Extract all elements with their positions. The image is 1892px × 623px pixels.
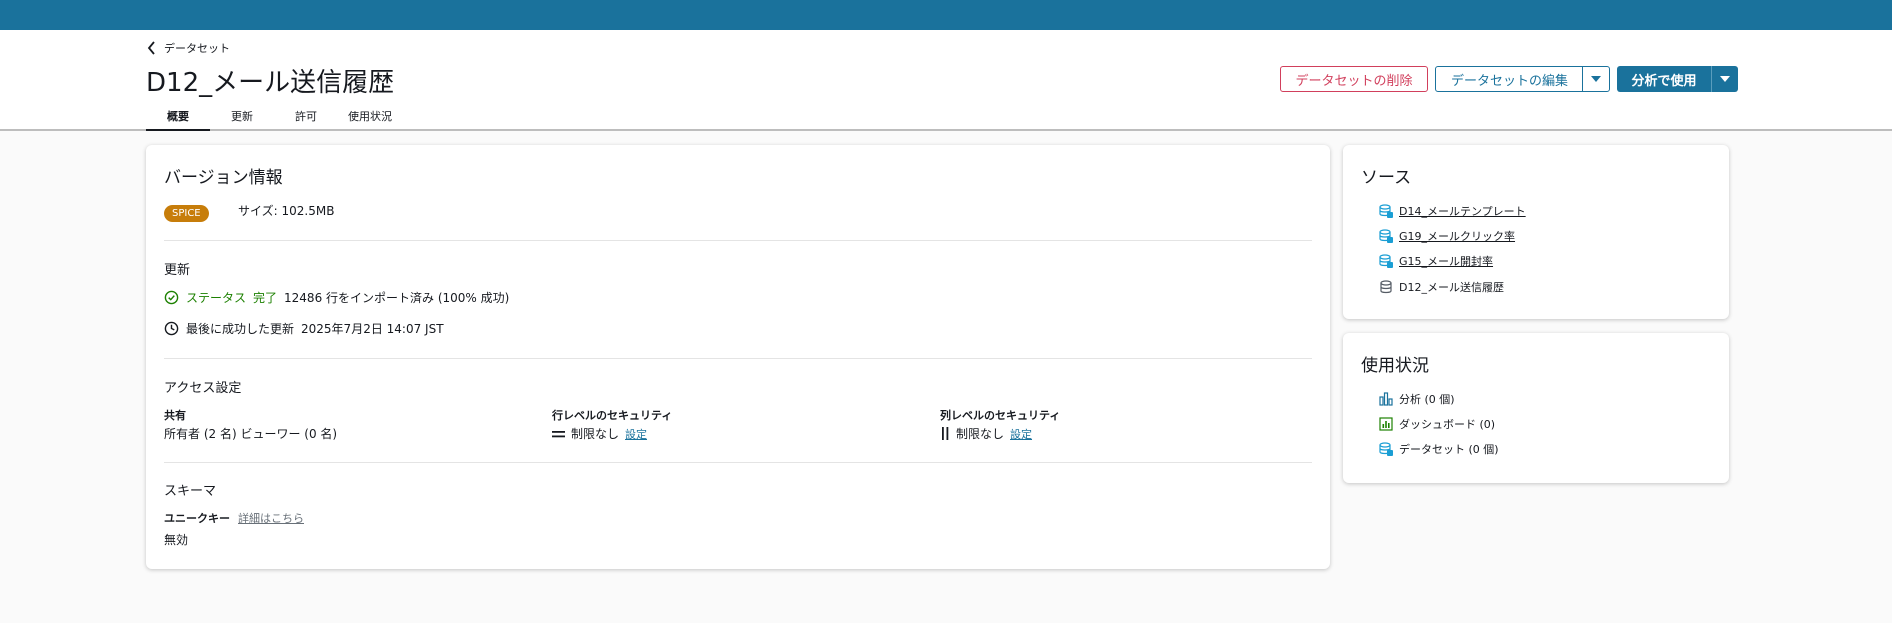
divider	[164, 240, 1312, 241]
breadcrumb-back-link[interactable]: データセット	[146, 40, 230, 56]
usage-item-label: ダッシュボード (0)	[1399, 418, 1496, 431]
source-heading: ソース	[1361, 168, 1412, 188]
chevron-left-icon	[147, 41, 155, 55]
source-item[interactable]: G15_メール開封率	[1379, 253, 1493, 269]
rows-icon	[552, 430, 565, 437]
edit-dataset-button[interactable]: データセットの編集	[1435, 66, 1584, 92]
last-refresh-value: 2025年7月2日 14:07 JST	[301, 322, 444, 336]
dataset-icon	[1379, 442, 1393, 456]
learn-more-link[interactable]: 詳細はこちら	[238, 510, 304, 526]
use-in-analysis-dropdown-button[interactable]	[1711, 66, 1738, 92]
divider	[164, 358, 1312, 359]
top-bar	[0, 0, 1892, 30]
edit-dataset-dropdown-button[interactable]	[1582, 66, 1610, 92]
last-refresh-label: 最後に成功した更新	[186, 322, 295, 336]
dataset-link-icon	[1379, 254, 1393, 268]
usage-item: ダッシュボード (0)	[1379, 416, 1495, 432]
use-in-analysis-button[interactable]: 分析で使用	[1617, 66, 1711, 92]
source-item-label: D12_メール送信履歴	[1399, 281, 1504, 294]
usage-item-label: 分析 (0 個)	[1399, 393, 1455, 406]
tab-overview[interactable]: 概要	[146, 104, 210, 131]
access-heading: アクセス設定	[164, 381, 242, 396]
dashboard-icon	[1379, 417, 1393, 431]
breadcrumb-label: データセット	[164, 42, 230, 55]
share-label: 共有	[164, 409, 186, 422]
spice-badge: SPICE	[164, 201, 209, 222]
usage-heading: 使用状況	[1361, 356, 1429, 376]
usage-item: データセット (0 個)	[1379, 441, 1499, 457]
column-security-settings-link[interactable]: 設定	[1010, 426, 1032, 442]
check-circle-icon	[164, 290, 179, 305]
column-security: 制限なし 設定	[940, 425, 1032, 442]
last-refresh: 最後に成功した更新 2025年7月2日 14:07 JST	[164, 320, 444, 337]
unique-key-value: 無効	[164, 533, 189, 547]
source-card: ソース D14_メールテンプレート G19_メールクリック率 G15_メール開封…	[1343, 145, 1729, 319]
version-info-card: バージョン情報 SPICE サイズ: 102.5MB 更新 ステータス 完了 1…	[146, 145, 1330, 569]
usage-item: 分析 (0 個)	[1379, 391, 1455, 407]
row-security-value: 制限なし	[571, 427, 620, 441]
delete-dataset-button[interactable]: データセットの削除	[1280, 66, 1428, 92]
source-item: D12_メール送信履歴	[1379, 279, 1504, 295]
status-value: 完了	[253, 291, 278, 305]
dataset-link-icon	[1379, 204, 1393, 218]
column-security-label: 列レベルのセキュリティ	[940, 409, 1061, 422]
share-value: 所有者 (2 名) ビューワー (0 名)	[164, 427, 338, 441]
analysis-icon	[1379, 392, 1393, 406]
caret-down-icon	[1591, 76, 1601, 82]
schema-heading: スキーマ	[164, 484, 217, 499]
tab-refresh[interactable]: 更新	[210, 104, 274, 131]
version-heading: バージョン情報	[164, 168, 283, 188]
row-security: 制限なし 設定	[552, 425, 647, 442]
status-label: ステータス	[186, 291, 247, 305]
usage-card: 使用状況 分析 (0 個) ダッシュボード (0) データセット (0 個)	[1343, 333, 1729, 483]
caret-down-icon	[1720, 76, 1730, 82]
size-label: サイズ: 102.5MB	[238, 204, 335, 218]
clock-icon	[164, 321, 179, 336]
divider	[164, 462, 1312, 463]
source-item[interactable]: D14_メールテンプレート	[1379, 203, 1526, 219]
refresh-status: ステータス 完了 12486 行をインポート済み (100% 成功)	[164, 289, 509, 306]
tab-usage[interactable]: 使用状況	[338, 104, 402, 131]
source-item-label[interactable]: G15_メール開封率	[1399, 253, 1493, 269]
row-security-settings-link[interactable]: 設定	[625, 426, 647, 442]
source-item[interactable]: G19_メールクリック率	[1379, 228, 1515, 244]
dataset-link-icon	[1379, 229, 1393, 243]
tab-bar: 概要 更新 許可 使用状況	[146, 104, 402, 131]
row-security-label: 行レベルのセキュリティ	[552, 409, 673, 422]
status-detail: 12486 行をインポート済み (100% 成功)	[284, 291, 510, 305]
columns-icon	[942, 427, 949, 440]
database-icon	[1380, 280, 1392, 294]
page-title: D12_メール送信履歴	[146, 68, 395, 98]
spice-badge-label: SPICE	[164, 205, 209, 222]
source-item-label[interactable]: G19_メールクリック率	[1399, 228, 1515, 244]
column-security-value: 制限なし	[956, 427, 1005, 441]
usage-item-label: データセット (0 個)	[1399, 443, 1499, 456]
unique-key-label: ユニークキー	[164, 512, 230, 525]
refresh-heading: 更新	[164, 263, 191, 278]
source-item-label[interactable]: D14_メールテンプレート	[1399, 203, 1526, 219]
unique-key-row: ユニークキー 詳細はこちら	[164, 510, 304, 526]
tab-permissions[interactable]: 許可	[274, 104, 338, 131]
